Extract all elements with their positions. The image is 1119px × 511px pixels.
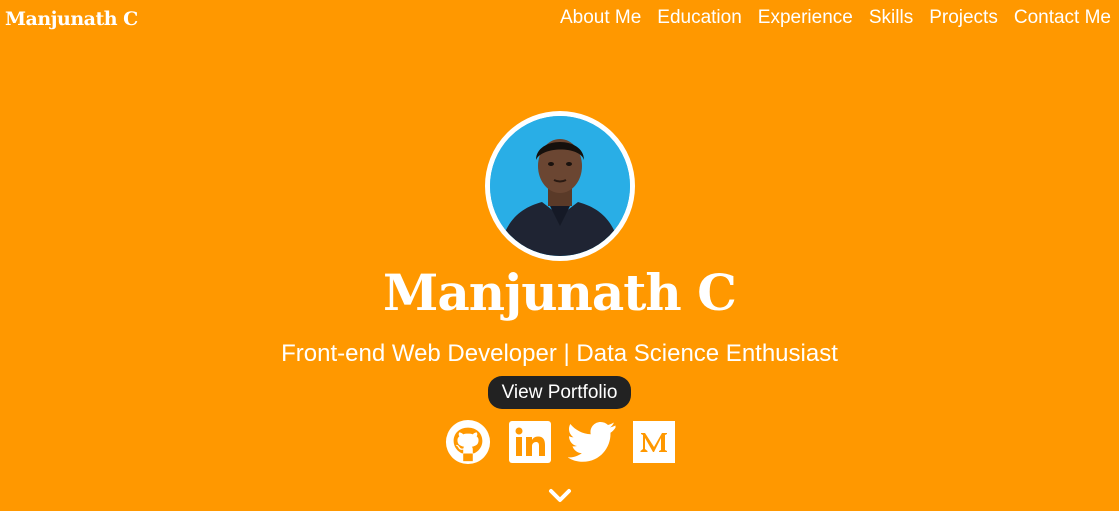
- nav-link-about-me[interactable]: About Me: [560, 7, 641, 29]
- profile-photo-image: [490, 116, 630, 256]
- profile-photo: [485, 111, 635, 261]
- hero-name: Manjunath C: [383, 263, 737, 322]
- nav-link-education[interactable]: Education: [657, 7, 742, 29]
- linkedin-icon[interactable]: [506, 419, 554, 465]
- hero-tagline: Front-end Web Developer | Data Science E…: [281, 340, 838, 367]
- nav-link-experience[interactable]: Experience: [758, 7, 853, 29]
- github-icon[interactable]: [444, 419, 492, 465]
- twitter-icon[interactable]: [568, 419, 616, 465]
- chevron-down-icon[interactable]: [548, 488, 572, 504]
- nav-links: About Me Education Experience Skills Pro…: [560, 7, 1111, 29]
- navbar: Manjunath C About Me Education Experienc…: [0, 0, 1119, 40]
- nav-link-contact-me[interactable]: Contact Me: [1014, 7, 1111, 29]
- social-links: [444, 419, 678, 465]
- view-portfolio-button[interactable]: View Portfolio: [488, 376, 631, 409]
- nav-link-skills[interactable]: Skills: [869, 7, 913, 29]
- medium-icon[interactable]: [630, 419, 678, 465]
- brand-link[interactable]: Manjunath C: [5, 8, 138, 30]
- nav-link-projects[interactable]: Projects: [929, 7, 998, 29]
